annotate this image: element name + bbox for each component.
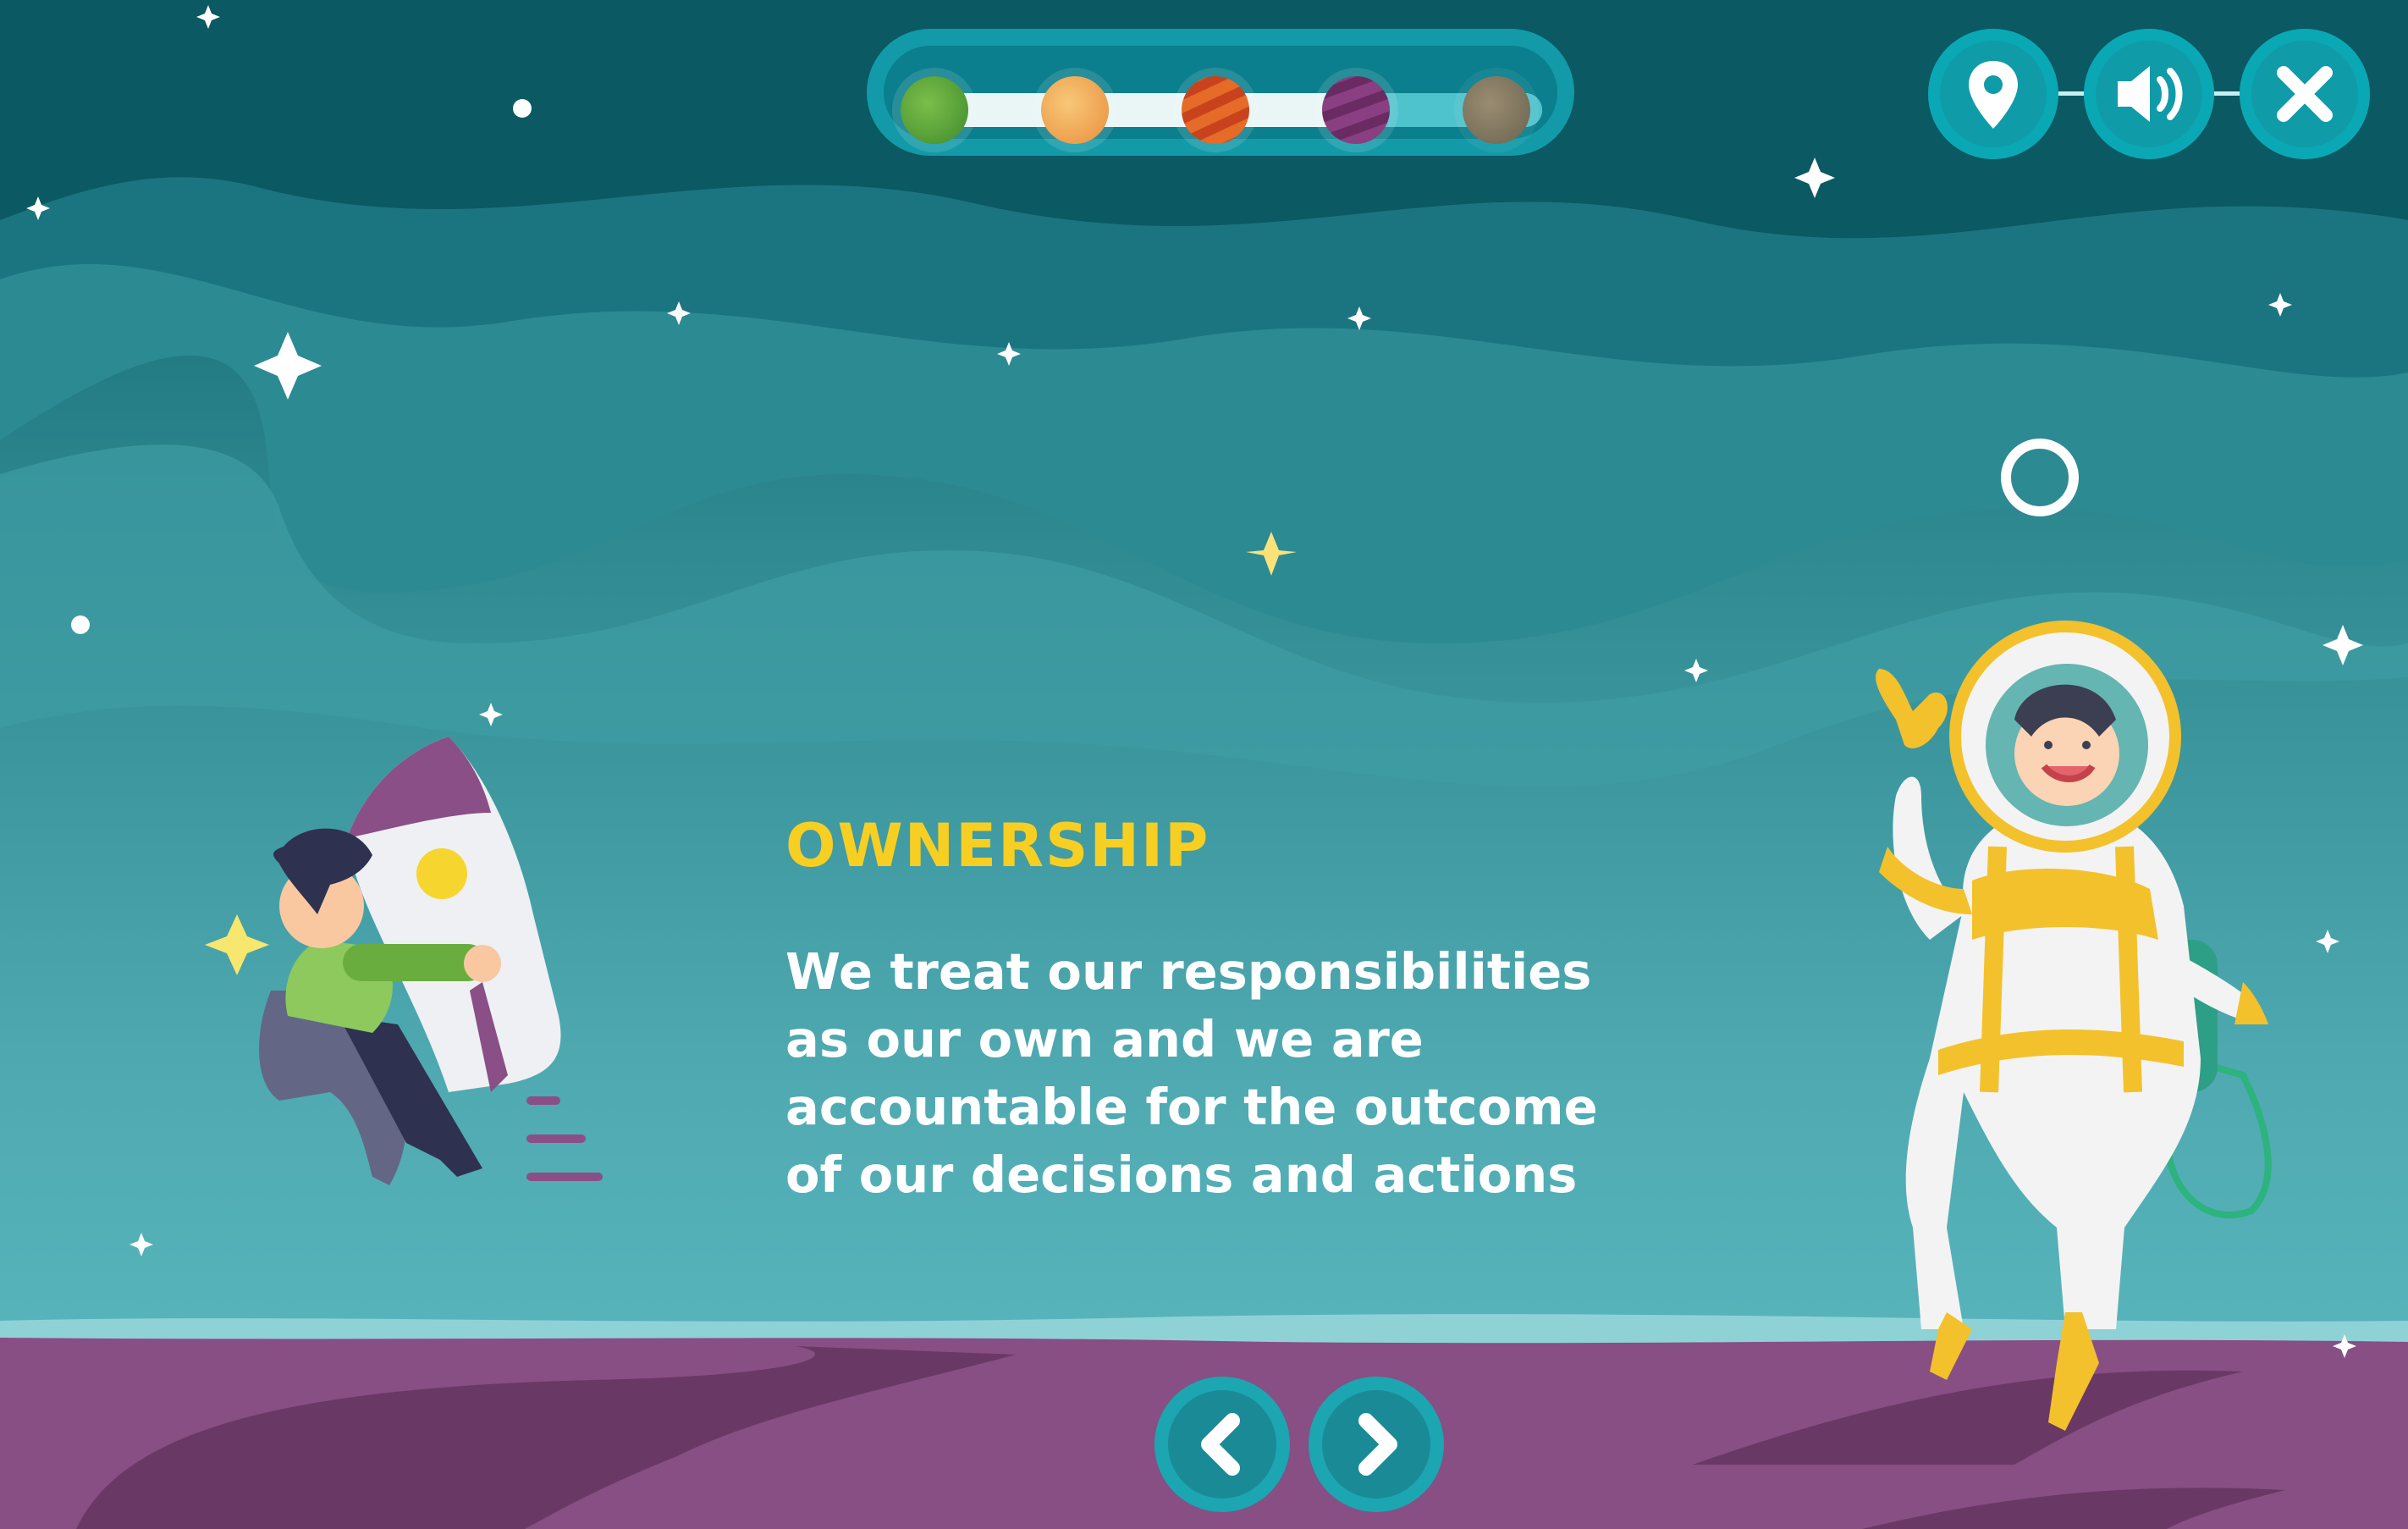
location-pin-icon — [1969, 61, 2018, 129]
next-arrow-icon — [1358, 1413, 1397, 1476]
close-icon — [2277, 66, 2333, 122]
next-button[interactable] — [1309, 1377, 1444, 1512]
astronaut-illustration — [1876, 621, 2272, 1431]
purple-planet-icon[interactable] — [1322, 76, 1390, 144]
ringed-planet-icon[interactable] — [1041, 76, 1109, 144]
orange-planet-icon[interactable] — [1182, 76, 1249, 144]
value-description: We treat our responsibilities as our own… — [785, 942, 1598, 1204]
rocket-carrier-illustration — [205, 737, 603, 1185]
planet-progress-bar — [867, 29, 1574, 156]
sound-button[interactable] — [2084, 29, 2214, 159]
previous-button[interactable] — [1154, 1377, 1290, 1512]
progress-inner-frame — [884, 46, 1557, 144]
previous-arrow-icon — [1201, 1413, 1240, 1476]
grey-planet-icon[interactable] — [1463, 76, 1530, 144]
close-button[interactable] — [2240, 29, 2370, 159]
map-button[interactable] — [1928, 29, 2058, 159]
value-title: OWNERSHIP — [785, 811, 1210, 880]
green-planet-icon[interactable] — [901, 76, 968, 144]
speaker-volume-icon — [2118, 66, 2183, 122]
